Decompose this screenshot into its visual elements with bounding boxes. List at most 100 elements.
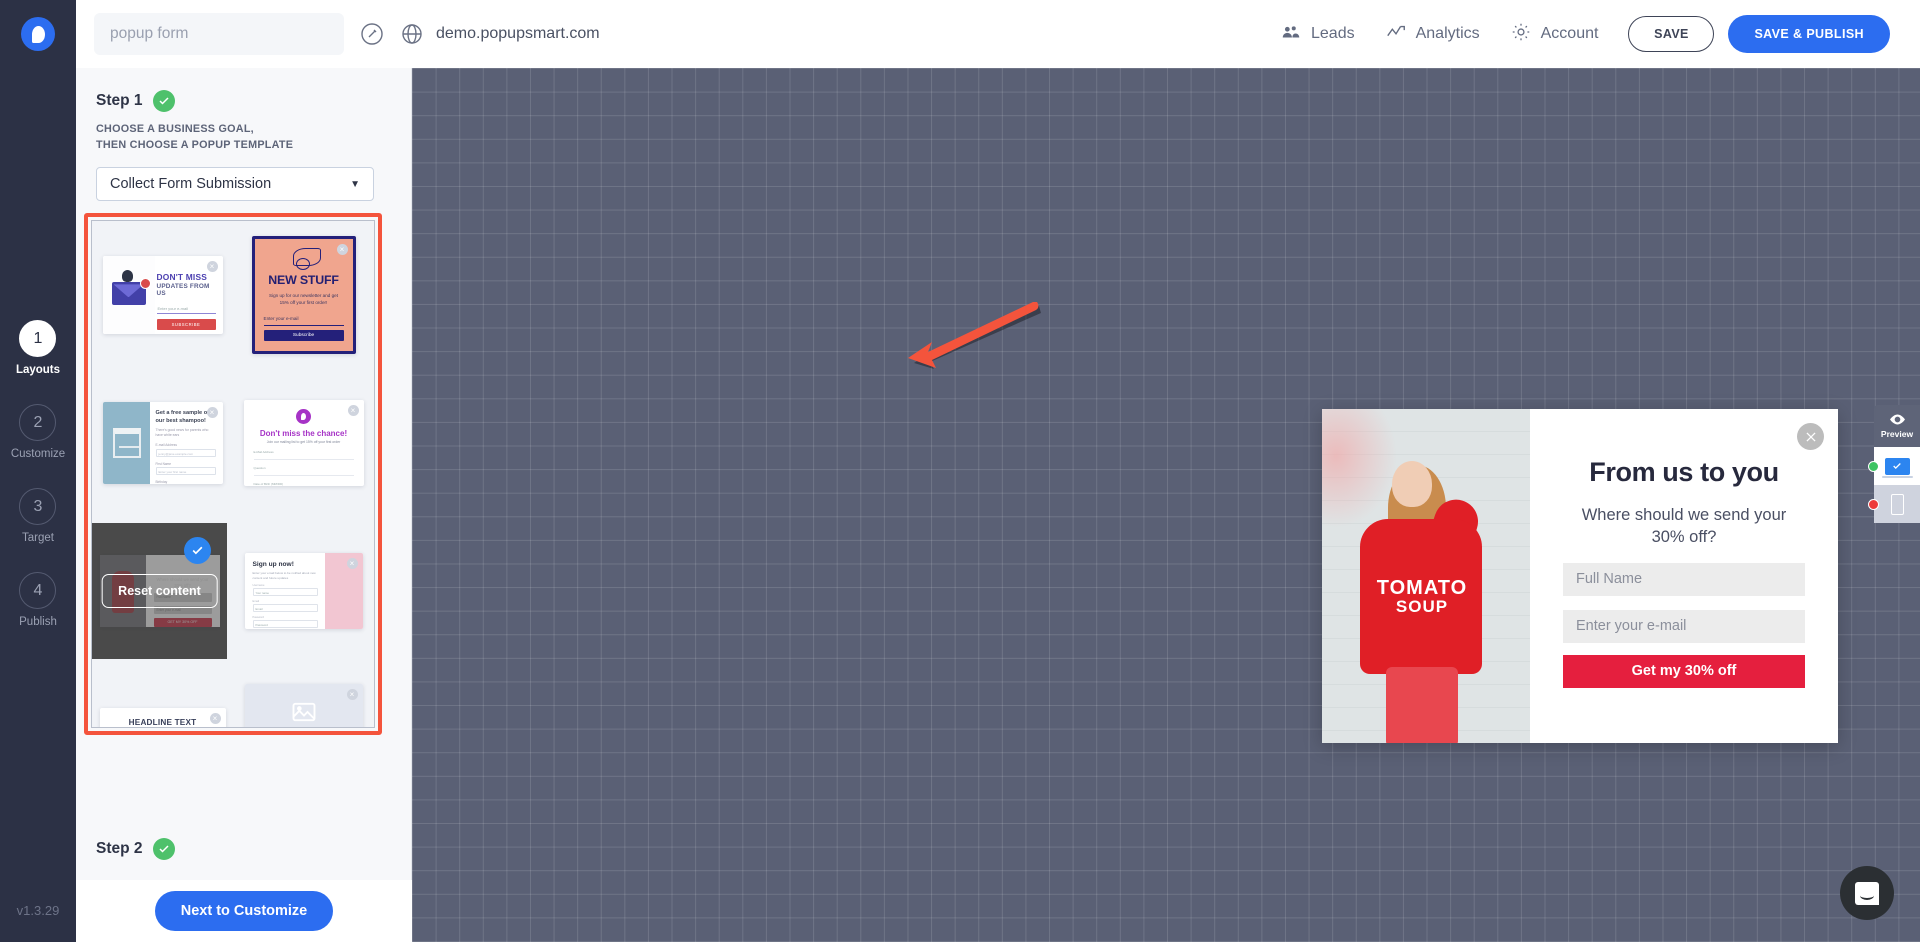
step1-title: Step 1 <box>96 92 143 109</box>
template-card-free-sample[interactable]: × Get a free sample of our best shampoo!… <box>102 402 223 485</box>
step-label-layouts: Layouts <box>15 364 61 376</box>
template-remove-icon[interactable]: × <box>336 244 348 256</box>
popupsmart-logo-icon <box>21 17 55 51</box>
desktop-status-dot <box>1868 461 1879 472</box>
template-field-line <box>253 454 354 461</box>
popup-name-input[interactable] <box>94 13 344 55</box>
step-label-target: Target <box>22 532 54 544</box>
template-remove-icon[interactable]: × <box>206 407 218 419</box>
popup-builder-app: 1 Layouts 2 Customize 3 Target 4 Publish… <box>0 0 1920 942</box>
nav-leads[interactable]: Leads <box>1280 21 1355 48</box>
template-field: Enter your first name <box>155 467 216 475</box>
template-field-line <box>253 470 354 477</box>
sidebar-item-layouts[interactable]: 1 Layouts <box>16 320 60 376</box>
nav-account[interactable]: Account <box>1510 21 1599 48</box>
template-gallery-highlight: × DON'T MISS UPDATES FROM US Enter your … <box>84 213 382 736</box>
template-remove-icon[interactable]: × <box>346 689 358 701</box>
analytics-trend-icon <box>1385 21 1407 48</box>
template-cell: × Sign up now! Enter your email below to… <box>233 517 374 665</box>
template-cell: × Headline text Your email address B <box>233 665 374 728</box>
template-field: Enter your e-mail <box>156 306 216 315</box>
step-number-2: 2 <box>19 404 57 441</box>
popup-cta-button[interactable]: Get my 30% off <box>1563 654 1805 688</box>
nav-analytics[interactable]: Analytics <box>1385 21 1480 48</box>
nav-analytics-label: Analytics <box>1415 25 1480 42</box>
panel-footer: Next to Customize <box>76 880 412 942</box>
template-cell: × Don't miss the chance! Join our mailin… <box>233 369 374 517</box>
step-number-1: 1 <box>19 320 57 357</box>
save-button[interactable]: SAVE <box>1628 16 1715 52</box>
next-to-customize-button[interactable]: Next to Customize <box>154 891 334 931</box>
business-goal-value: Collect Form Submission <box>110 176 272 193</box>
intercom-chat-icon[interactable] <box>1840 866 1894 920</box>
step1-subtitle: CHOOSE A BUSINESS GOAL, THEN CHOOSE A PO… <box>96 123 294 152</box>
template-card-dont-miss-chance[interactable]: × Don't miss the chance! Join our mailin… <box>243 400 364 487</box>
template-field: Password <box>252 620 318 629</box>
template-gallery[interactable]: × DON'T MISS UPDATES FROM US Enter your … <box>91 220 375 729</box>
template-title: HEADLINE TEXT <box>128 718 197 728</box>
popup-email-input[interactable] <box>1563 609 1805 643</box>
template-card-headline-image[interactable]: × Headline text Your email address B <box>244 684 363 728</box>
business-goal-select[interactable]: Collect Form Submission ▼ <box>96 167 374 202</box>
template-card-new-stuff[interactable]: × NEW STUFF Sign up for our newsletter a… <box>251 236 356 355</box>
step-panel-content: Step 1 CHOOSE A BUSINESS GOAL, THEN CHOO… <box>76 68 411 860</box>
template-illustration <box>102 256 155 335</box>
template-remove-icon[interactable]: × <box>206 261 218 273</box>
template-cell: × Get a free sample of our best shampoo!… <box>92 369 233 517</box>
template-field: Email <box>252 604 318 613</box>
template-paragraph: Join our mailing list to get 15% off you… <box>266 440 341 445</box>
template-button: Subscribe <box>263 329 344 341</box>
check-circle-icon <box>152 90 175 112</box>
template-paragraph: Enter your email below to be notified ab… <box>252 571 316 580</box>
template-title: Sign up now! <box>252 561 294 569</box>
template-title: Don't miss the chance! <box>259 429 348 439</box>
template-cell: × DON'T MISS UPDATES FROM US Enter your … <box>92 221 233 369</box>
step-rail: 1 Layouts 2 Customize 3 Target 4 Publish… <box>0 0 76 942</box>
pencil-circle-icon[interactable] <box>360 22 384 46</box>
template-content: Sign up now! Enter your email below to b… <box>245 553 325 629</box>
template-card-sign-up-now[interactable]: × Sign up now! Enter your email below to… <box>244 553 363 630</box>
reset-content-button[interactable]: Reset content <box>101 574 218 609</box>
top-header: demo.popupsmart.com Leads Analytics <box>0 0 1920 68</box>
site-domain: demo.popupsmart.com <box>436 25 600 42</box>
preview-label: Preview <box>1880 429 1914 439</box>
popup-fullname-input[interactable] <box>1563 562 1805 596</box>
preview-dock-header[interactable]: Preview <box>1874 405 1920 447</box>
app-logo[interactable] <box>0 0 76 68</box>
red-arrow-annotation <box>908 302 1041 369</box>
step-panel: Step 1 CHOOSE A BUSINESS GOAL, THEN CHOO… <box>76 68 412 942</box>
template-card-headline-coupon[interactable]: × HEADLINE TEXT WRITE YOUR COUPON SUBSCR… <box>99 708 226 728</box>
globe-icon <box>400 22 424 46</box>
template-card-dont-miss[interactable]: × DON'T MISS UPDATES FROM US Enter your … <box>102 256 223 335</box>
step-label-customize: Customize <box>10 448 66 460</box>
popup-subheading: Where should we send your 30% off? <box>1581 506 1787 547</box>
nav-account-label: Account <box>1540 25 1599 42</box>
sidebar-item-target[interactable]: 3 Target <box>19 488 57 544</box>
step2-header[interactable]: Step 2 <box>96 838 175 860</box>
template-remove-icon[interactable]: × <box>346 558 358 570</box>
template-field-label: Username <box>252 584 265 588</box>
template-remove-icon[interactable]: × <box>209 713 221 725</box>
preview-mobile-toggle[interactable] <box>1868 485 1920 523</box>
step1-header: Step 1 <box>96 90 391 112</box>
template-cell-selected: Summer Sale Where should we send your 30… <box>92 517 233 665</box>
sidebar-item-customize[interactable]: 2 Customize <box>11 404 65 460</box>
popup-preview[interactable]: TOMATO SOUP From us to you Where should … <box>1322 409 1838 743</box>
template-button: SUBSCRIBE <box>156 319 216 331</box>
desktop-check-icon <box>1881 457 1913 478</box>
template-title: DON'T MISS <box>156 272 208 283</box>
close-x-icon[interactable] <box>1797 423 1824 450</box>
template-remove-icon[interactable]: × <box>347 405 359 417</box>
template-field-label: Password <box>252 616 264 620</box>
popup-preview-image: TOMATO SOUP <box>1322 409 1530 743</box>
template-title: NEW STUFF <box>268 273 339 288</box>
sidebar-item-publish[interactable]: 4 Publish <box>19 572 57 628</box>
preview-desktop-toggle[interactable] <box>1868 447 1920 485</box>
preview-canvas[interactable]: TOMATO SOUP From us to you Where should … <box>412 68 1920 942</box>
template-card-summer-sale[interactable]: Summer Sale Where should we send your 30… <box>92 523 227 660</box>
save-and-publish-button[interactable]: SAVE & PUBLISH <box>1728 15 1890 53</box>
chat-bubble-shape <box>1855 881 1879 905</box>
template-subtitle: UPDATES FROM US <box>156 283 210 298</box>
gear-icon <box>1510 21 1532 48</box>
notification-badge <box>139 278 151 290</box>
